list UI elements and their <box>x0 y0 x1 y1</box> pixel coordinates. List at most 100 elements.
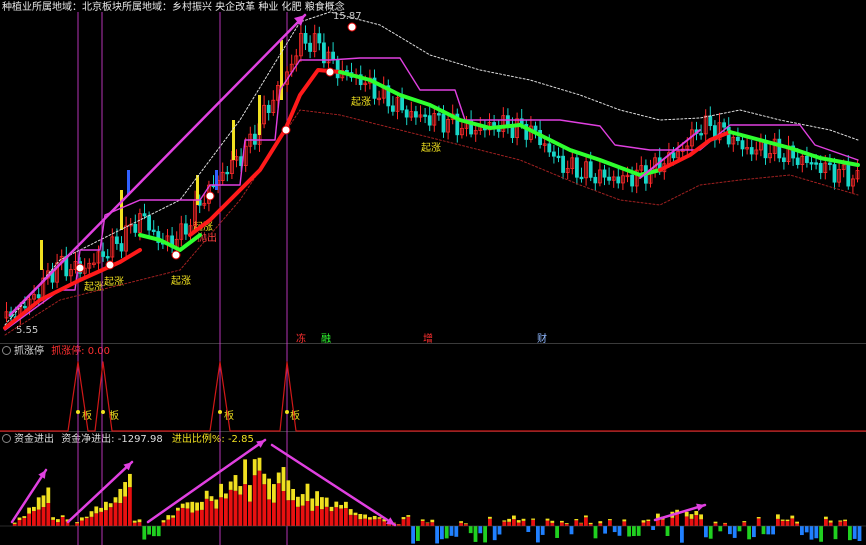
candle-body <box>36 294 41 299</box>
candle-body <box>795 157 800 165</box>
candle-body <box>427 115 432 126</box>
outflow-bar <box>147 526 151 535</box>
inflow-bar <box>780 520 785 526</box>
inflow-bar <box>305 501 310 526</box>
inflow-bar <box>89 516 94 526</box>
inflow-bar-large <box>46 487 51 503</box>
inflow-bar-large <box>315 491 319 506</box>
inflow-bar <box>204 498 209 526</box>
inflow-bar <box>238 494 243 526</box>
inflow-bar-large <box>214 499 219 509</box>
inflow-bar <box>75 523 79 526</box>
inflow-bar <box>843 521 847 526</box>
inflow-bar <box>329 511 334 526</box>
inflow-bar-large <box>41 495 46 508</box>
inflow-bar <box>363 518 367 526</box>
inflow-bar-large <box>108 503 113 508</box>
inflow-bar-large <box>104 501 108 511</box>
inflow-bar <box>224 498 228 526</box>
inflow-bar-large <box>838 520 843 522</box>
outflow-bar <box>536 526 540 543</box>
limit-up-candle <box>232 120 235 160</box>
candle-body <box>818 162 823 173</box>
inflow-bar-large <box>80 517 84 521</box>
outflow-bar <box>814 526 819 539</box>
outflow-bar <box>800 526 804 536</box>
upper-band <box>4 11 859 326</box>
signal-dot <box>281 125 291 135</box>
inflow-bar <box>382 521 387 526</box>
signal-dot <box>75 263 85 273</box>
inflow-bar-large <box>723 522 727 524</box>
candle-body <box>390 105 395 112</box>
outflow-bar <box>718 526 723 532</box>
inflow-bar <box>550 522 555 526</box>
inflow-bar <box>252 475 257 526</box>
inflow-bar-large <box>339 504 343 509</box>
inflow-bar <box>353 515 358 526</box>
candle-body <box>105 256 110 259</box>
outflow-bar <box>156 526 161 537</box>
inflow-bar <box>574 520 579 526</box>
outflow-bar <box>454 526 459 537</box>
inflow-bar-large <box>824 516 828 520</box>
candle-body <box>814 162 818 165</box>
ma-line-green <box>728 130 860 167</box>
inflow-bar <box>828 522 833 526</box>
inflow-bar-large <box>406 515 411 517</box>
inflow-bar-large <box>372 515 377 520</box>
candle-body <box>119 243 124 252</box>
inflow-bar-large <box>204 490 209 499</box>
inflow-bar <box>171 517 175 526</box>
outflow-bar <box>771 526 775 535</box>
inflow-bar-large <box>420 519 425 521</box>
candle-body <box>101 251 105 257</box>
candle-body <box>441 113 446 133</box>
candle-body <box>22 305 27 309</box>
inflow-bar-large <box>689 514 694 519</box>
inflow-bar-large <box>828 520 833 523</box>
candle-body <box>556 155 561 159</box>
inflow-bar <box>579 523 583 526</box>
candle-body <box>722 122 726 128</box>
candle-body <box>404 109 409 118</box>
inflow-bar <box>425 523 430 526</box>
inflow-bar-large <box>161 520 166 523</box>
outflow-bar <box>483 526 487 543</box>
outflow-bar <box>728 526 732 535</box>
candle-body <box>183 223 188 235</box>
blue-candle <box>127 170 130 195</box>
inflow-bar-large <box>348 509 353 515</box>
candle-body <box>777 138 782 159</box>
inflow-bar-large <box>22 516 27 518</box>
stock-chart-canvas[interactable] <box>0 0 866 545</box>
inflow-bar-large <box>224 493 228 499</box>
inflow-bar-large <box>238 486 243 495</box>
inflow-bar-large <box>17 517 22 521</box>
inflow-bar <box>219 497 223 526</box>
limit-up-candle <box>258 95 261 135</box>
inflow-bar <box>180 507 185 526</box>
inflow-bar <box>108 507 113 526</box>
inflow-bar <box>401 519 406 526</box>
inflow-bar <box>36 509 41 526</box>
inflow-bar <box>80 520 84 526</box>
inflow-bar <box>372 519 377 526</box>
inflow-bar-large <box>344 501 348 509</box>
inflow-bar-large <box>512 515 516 520</box>
inflow-bar-large <box>118 488 123 503</box>
inflow-bar-large <box>200 501 204 510</box>
inflow-bar <box>286 500 291 526</box>
candle-body <box>115 236 119 244</box>
spike-dot <box>285 410 289 414</box>
inflow-bar <box>276 483 281 526</box>
inflow-bar <box>32 511 36 526</box>
candle-body <box>308 42 313 52</box>
inflow-bar-large <box>598 521 603 524</box>
inflow-bar-large <box>368 517 372 520</box>
outflow-bar <box>636 526 641 536</box>
inflow-bar-large <box>180 503 185 508</box>
outflow-bar <box>747 526 751 540</box>
inflow-bar <box>699 519 703 526</box>
inflow-bar <box>84 518 89 526</box>
